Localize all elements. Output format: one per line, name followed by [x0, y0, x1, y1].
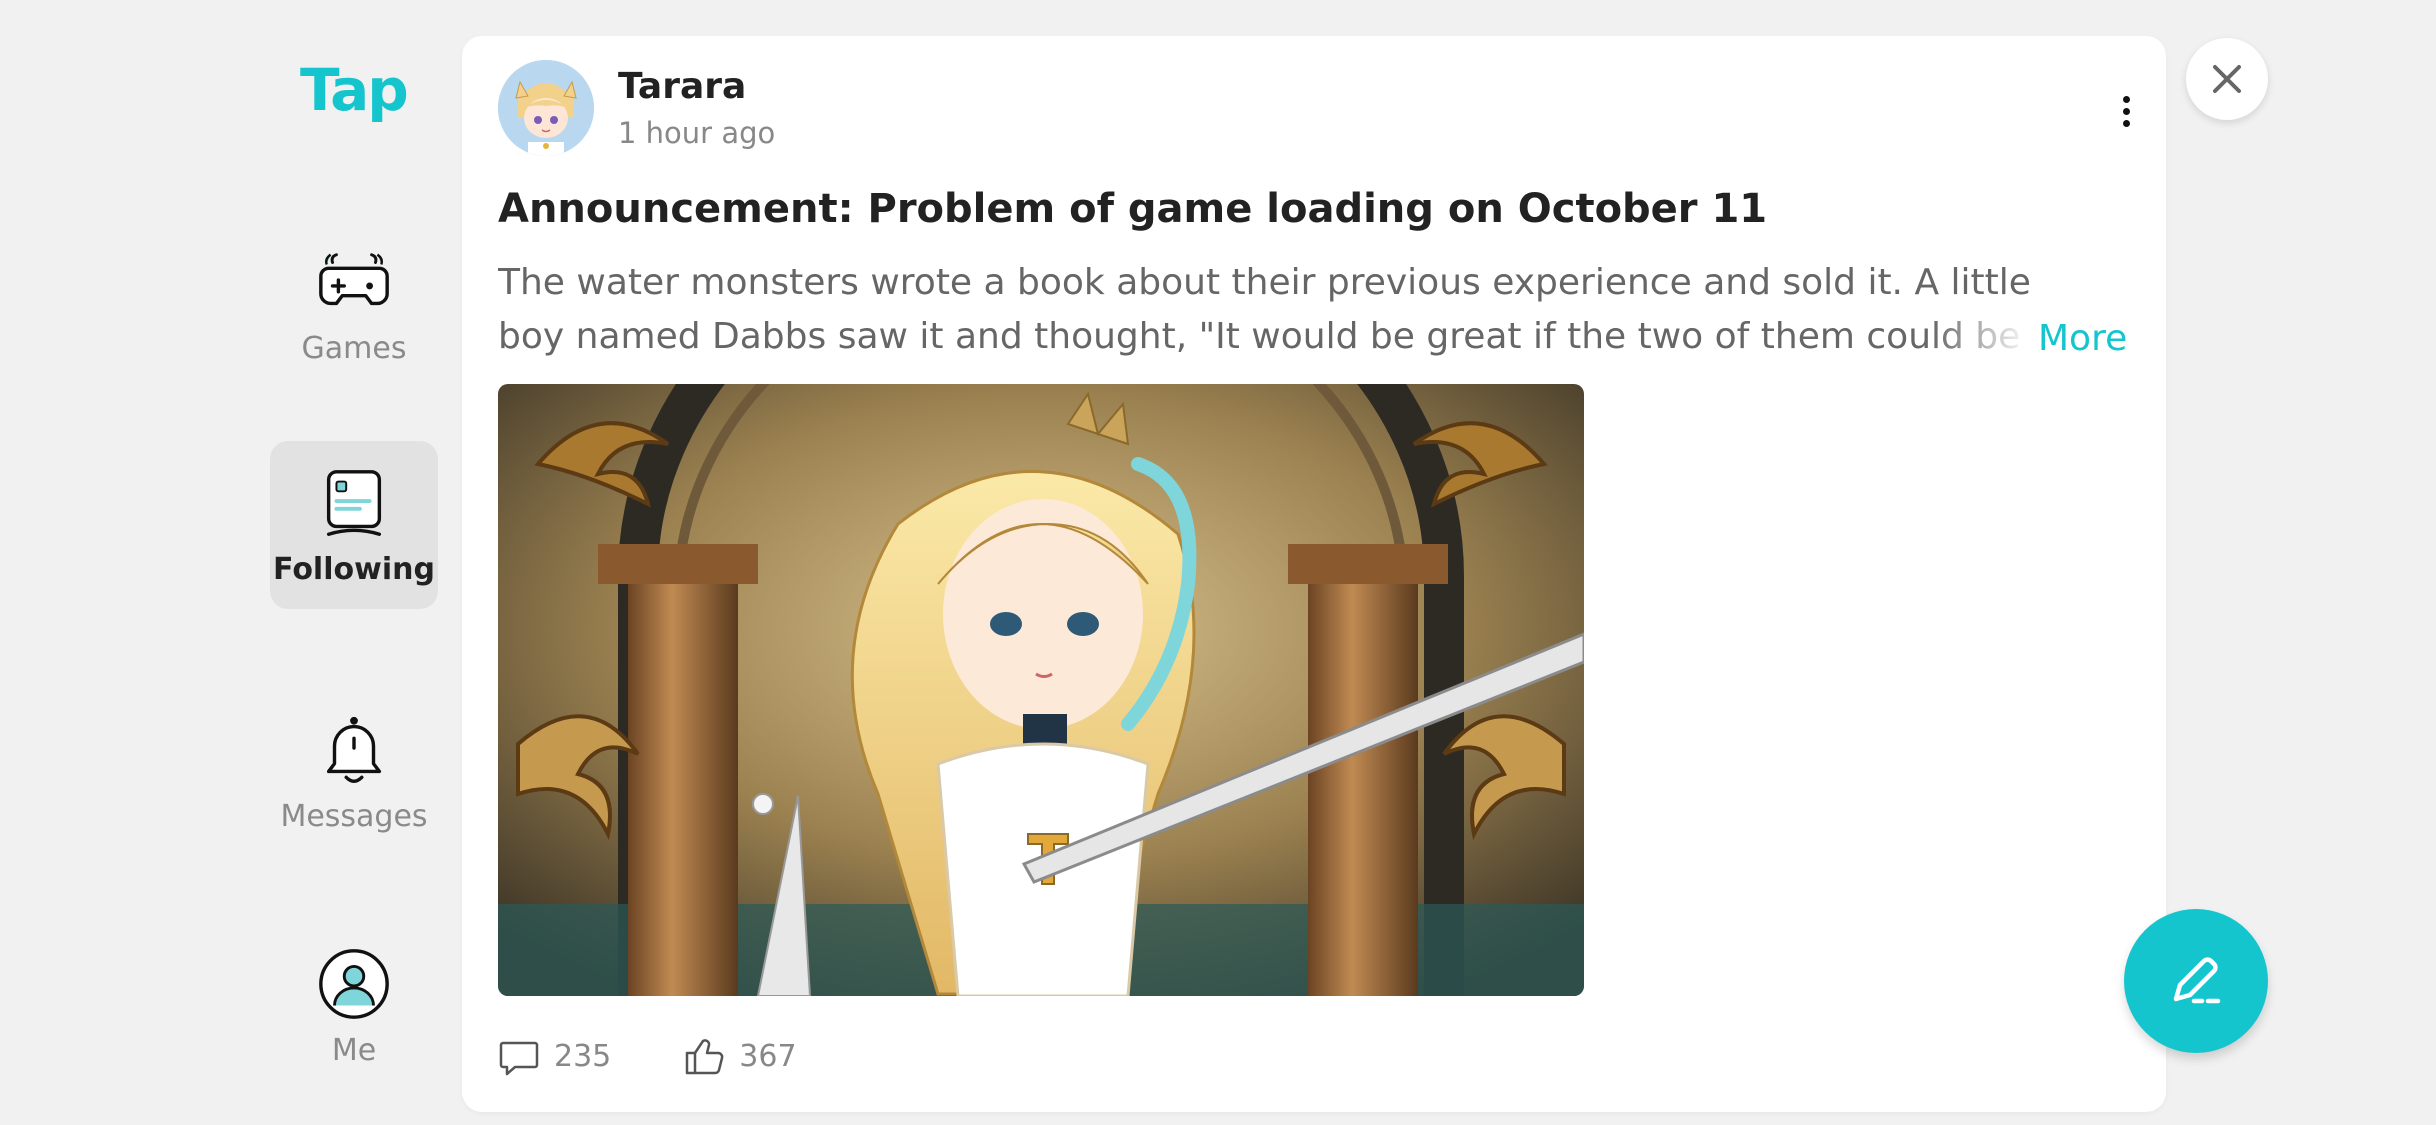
post-stats: 235 367: [498, 1032, 869, 1080]
comment-button[interactable]: 235: [498, 1035, 611, 1077]
sidebar: Tap Games Following Messages Me: [0, 0, 460, 1125]
following-feed-icon: [326, 469, 382, 536]
author-name[interactable]: Tarara: [618, 66, 746, 107]
like-count: 367: [739, 1038, 797, 1074]
post-card: Tarara 1 hour ago Announcement: Problem …: [462, 36, 2166, 1112]
post-timestamp: 1 hour ago: [618, 116, 776, 150]
avatar-illustration: [498, 60, 594, 156]
more-options-icon[interactable]: [2116, 86, 2136, 136]
post-image[interactable]: [498, 384, 1584, 996]
pen-icon: [2173, 957, 2221, 1004]
sidebar-item-label: Messages: [280, 798, 428, 834]
thumbs-up-icon: [686, 1039, 724, 1075]
close-button[interactable]: [2186, 38, 2268, 120]
more-link[interactable]: More: [2038, 312, 2127, 366]
user-icon: [319, 948, 389, 1019]
post-body[interactable]: The water monsters wrote a book about th…: [498, 256, 2034, 368]
app-window: Tap Games Following Messages Me Tarara 1…: [0, 0, 2436, 1125]
sidebar-item-label: Me: [331, 1032, 377, 1068]
gamepad-icon: [319, 252, 389, 305]
sidebar-item-games[interactable]: Games: [270, 220, 438, 388]
comment-icon: [499, 1041, 539, 1076]
tap-logo[interactable]: Tap: [300, 56, 409, 124]
sidebar-item-following[interactable]: Following: [270, 441, 438, 609]
sidebar-item-label: Following: [273, 551, 435, 587]
close-icon: [2213, 65, 2241, 93]
like-button[interactable]: 367: [683, 1035, 797, 1077]
compose-button[interactable]: [2124, 909, 2268, 1053]
text-fade: [1932, 312, 2042, 366]
comment-count: 235: [554, 1038, 612, 1074]
post-title[interactable]: Announcement: Problem of game loading on…: [498, 186, 2138, 232]
author-avatar[interactable]: [498, 60, 594, 156]
sidebar-item-me[interactable]: Me: [270, 922, 438, 1090]
sidebar-item-label: Games: [301, 330, 407, 366]
post-illustration: [498, 384, 1584, 996]
bell-icon: [326, 716, 382, 783]
sidebar-item-messages[interactable]: Messages: [270, 688, 438, 856]
